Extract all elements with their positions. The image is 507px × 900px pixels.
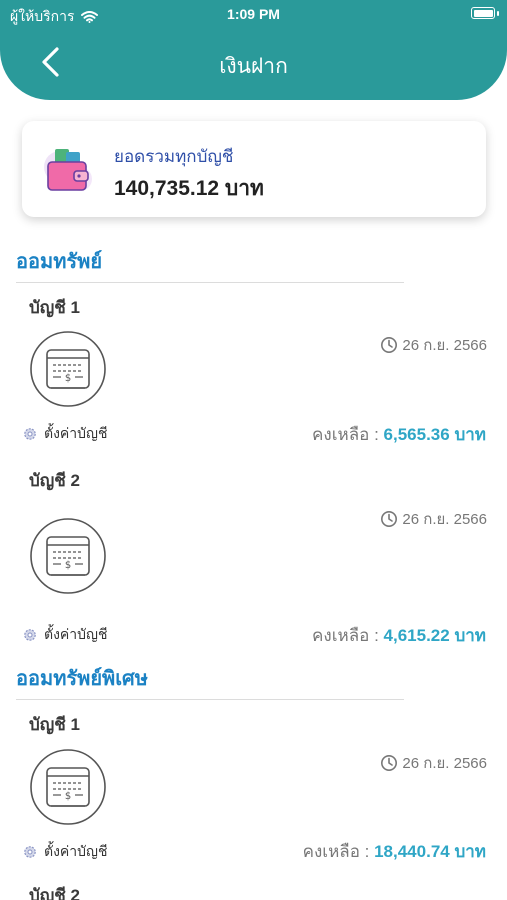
atm-icon[interactable]: $ bbox=[29, 330, 107, 408]
battery-tip bbox=[497, 11, 499, 16]
account-balance: คงเหลือ : 4,615.22 บาท bbox=[312, 622, 486, 649]
header-bar: ผู้ให้บริการ 1:09 PM เงินฝาก bbox=[0, 0, 507, 100]
balance-amount: 6,565.36 บาท bbox=[383, 425, 486, 444]
account-settings-button[interactable]: ตั้งค่าบัญชี bbox=[22, 624, 107, 646]
status-time: 1:09 PM bbox=[227, 6, 280, 22]
account-date: 26 ก.ย. 2566 bbox=[380, 507, 487, 531]
account-date: 26 ก.ย. 2566 bbox=[380, 751, 487, 775]
account-settings-button[interactable]: ตั้งค่าบัญชี bbox=[22, 841, 107, 863]
wallet-icon bbox=[44, 149, 92, 191]
gear-icon bbox=[24, 629, 36, 641]
account-name: บัญชี 2 bbox=[29, 886, 80, 900]
gear-icon bbox=[24, 846, 36, 858]
page-title: เงินฝาก bbox=[219, 55, 288, 78]
battery-icon bbox=[471, 7, 495, 19]
clock-icon bbox=[381, 755, 398, 771]
account-name: บัญชี 2 bbox=[29, 471, 80, 490]
balance-label: คงเหลือ : bbox=[312, 626, 379, 645]
svg-text:$: $ bbox=[65, 560, 71, 571]
svg-text:$: $ bbox=[65, 791, 71, 802]
clock-icon bbox=[381, 337, 398, 353]
account-name: บัญชี 1 bbox=[29, 715, 80, 734]
account-name: บัญชี 1 bbox=[29, 298, 80, 317]
section-divider bbox=[16, 282, 404, 283]
account-settings-button[interactable]: ตั้งค่าบัญชี bbox=[22, 423, 107, 445]
total-value: 140,735.12 บาท bbox=[114, 177, 264, 200]
section-title-special-savings: ออมทรัพย์พิเศษ bbox=[16, 668, 148, 690]
balance-label: คงเหลือ : bbox=[302, 842, 370, 861]
svg-text:$: $ bbox=[65, 373, 71, 384]
section-title-savings: ออมทรัพย์ bbox=[16, 251, 103, 273]
atm-icon[interactable]: $ bbox=[29, 517, 107, 595]
balance-amount: 18,440.74 บาท bbox=[374, 842, 486, 861]
account-date-text: 26 ก.ย. 2566 bbox=[402, 337, 487, 354]
account-date: 26 ก.ย. 2566 bbox=[380, 333, 487, 357]
total-balance-card: ยอดรวมทุกบัญชี 140,735.12 บาท bbox=[22, 121, 486, 217]
total-label: ยอดรวมทุกบัญชี bbox=[114, 147, 234, 166]
account-date-text: 26 ก.ย. 2566 bbox=[402, 755, 487, 772]
gear-icon bbox=[24, 428, 36, 440]
account-settings-label: ตั้งค่าบัญชี bbox=[44, 843, 108, 859]
status-bar: ผู้ให้บริการ 1:09 PM bbox=[0, 0, 507, 28]
account-settings-label: ตั้งค่าบัญชี bbox=[44, 626, 108, 642]
clock-icon bbox=[381, 511, 398, 527]
account-settings-label: ตั้งค่าบัญชี bbox=[44, 425, 108, 441]
section-divider bbox=[16, 699, 404, 700]
atm-icon[interactable]: $ bbox=[29, 748, 107, 826]
account-balance: คงเหลือ : 6,565.36 บาท bbox=[312, 421, 486, 448]
account-balance: คงเหลือ : 18,440.74 บาท bbox=[303, 838, 486, 865]
balance-label: คงเหลือ : bbox=[312, 425, 379, 444]
balance-amount: 4,615.22 บาท bbox=[383, 626, 486, 645]
account-date-text: 26 ก.ย. 2566 bbox=[402, 511, 487, 528]
